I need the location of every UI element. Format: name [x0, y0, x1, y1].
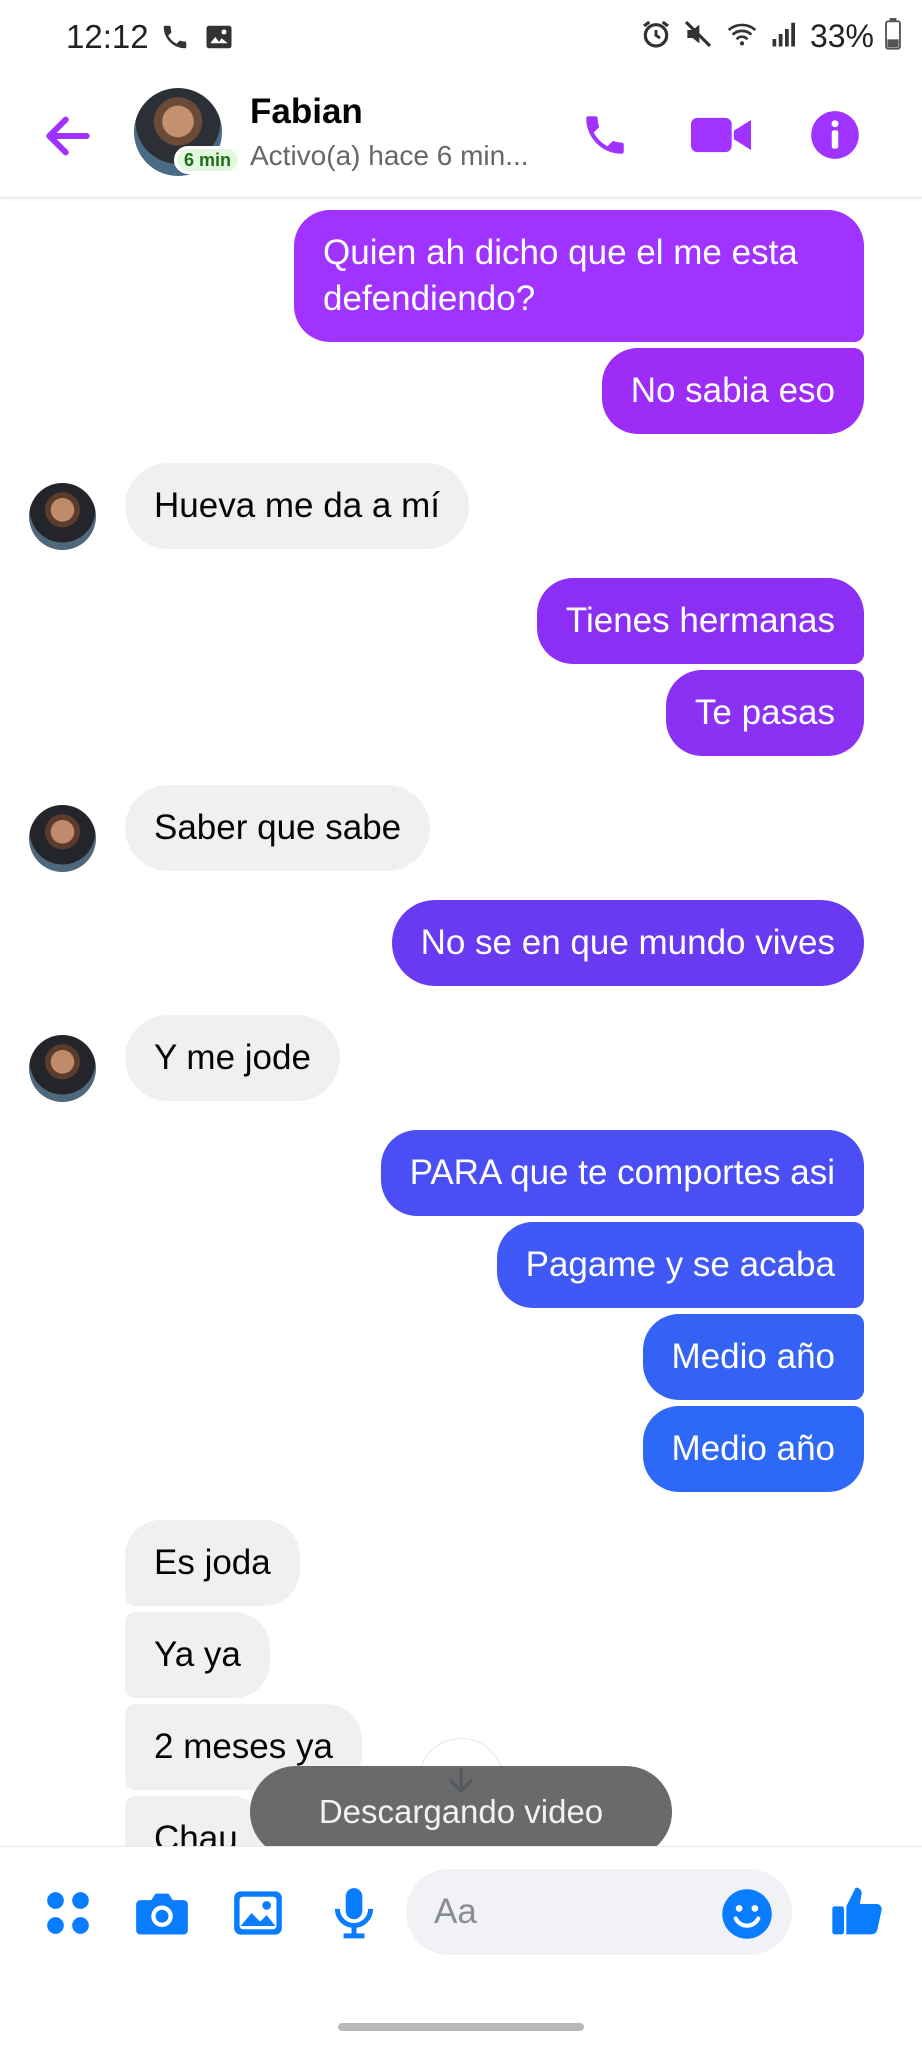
message-bubble-received[interactable]: Saber que sabe — [125, 785, 431, 871]
photo-gallery-icon — [234, 1891, 282, 1935]
alarm-icon — [640, 18, 672, 55]
like-button[interactable] — [828, 1881, 888, 1941]
more-actions-button[interactable] — [38, 1883, 98, 1943]
message-bubble-received[interactable]: Y me jode — [125, 1015, 340, 1101]
wifi-icon — [724, 18, 760, 55]
video-camera-icon — [691, 117, 751, 153]
battery-icon — [884, 18, 902, 55]
download-toast: Descargando video — [250, 1766, 672, 1858]
contact-name[interactable]: Fabian — [250, 92, 363, 132]
message-bubble-sent[interactable]: Medio año — [642, 1314, 864, 1400]
image-icon — [204, 22, 234, 57]
message-bubble-sent[interactable]: Medio año — [642, 1406, 864, 1492]
active-time-badge: 6 min — [174, 146, 242, 174]
message-bubble-received[interactable]: Ya ya — [125, 1612, 270, 1698]
back-button[interactable] — [40, 108, 96, 164]
thumbs-up-icon — [832, 1887, 882, 1935]
message-list[interactable]: Quien ah dicho que el me esta defendiend… — [0, 198, 922, 1846]
home-indicator[interactable] — [338, 2023, 584, 2031]
battery-percentage: 33% — [809, 18, 874, 54]
mute-icon — [682, 18, 714, 55]
smiley-icon — [722, 1889, 772, 1939]
message-bubble-sent[interactable]: Quien ah dicho que el me esta defendiend… — [294, 210, 864, 342]
contact-status: Activo(a) hace 6 min... — [250, 140, 529, 171]
info-icon — [811, 111, 859, 159]
gallery-button[interactable] — [228, 1883, 288, 1943]
message-bubble-received[interactable]: Hueva me da a mí — [125, 463, 469, 549]
phone-icon — [586, 116, 624, 154]
four-dots-icon — [47, 1892, 89, 1934]
message-composer — [0, 1846, 922, 1976]
message-bubble-received[interactable]: Chau — [125, 1796, 267, 1846]
phone-call-icon — [160, 22, 190, 57]
status-time: 12:12 — [66, 18, 149, 55]
video-call-button[interactable] — [686, 100, 756, 170]
camera-button[interactable] — [132, 1883, 192, 1943]
signal-icon — [770, 18, 800, 55]
message-bubble-sent[interactable]: No se en que mundo vives — [391, 900, 864, 986]
voice-call-button[interactable] — [570, 100, 640, 170]
emoji-button[interactable] — [720, 1887, 774, 1941]
microphone-icon — [334, 1888, 374, 1939]
message-bubble-sent[interactable]: No sabia eso — [601, 348, 864, 434]
message-bubble-sent[interactable]: Tienes hermanas — [536, 578, 864, 664]
message-bubble-sent[interactable]: Te pasas — [665, 670, 864, 756]
status-bar: 12:12 33% — [0, 0, 922, 78]
back-arrow-icon — [46, 116, 90, 156]
sender-avatar[interactable] — [29, 483, 96, 550]
camera-icon — [136, 1893, 188, 1935]
message-bubble-sent[interactable]: PARA que te comportes asi — [380, 1130, 864, 1216]
sender-avatar[interactable] — [29, 1035, 96, 1102]
message-bubble-received[interactable]: Es joda — [125, 1520, 300, 1606]
chat-header: 6 min Fabian Activo(a) hace 6 min... — [0, 78, 922, 198]
voice-clip-button[interactable] — [324, 1883, 384, 1943]
message-bubble-sent[interactable]: Pagame y se acaba — [496, 1222, 864, 1308]
conversation-info-button[interactable] — [800, 100, 870, 170]
sender-avatar[interactable] — [29, 805, 96, 872]
